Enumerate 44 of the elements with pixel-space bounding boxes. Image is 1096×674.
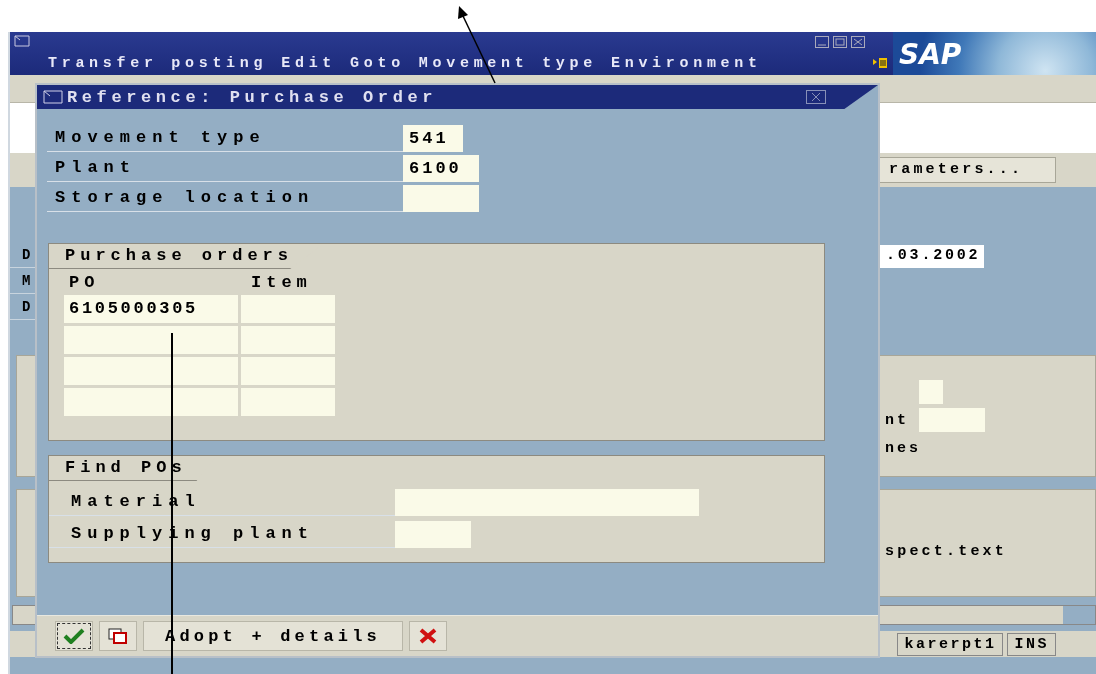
field-label: Plant	[47, 154, 403, 182]
menu-item[interactable]: Edit	[281, 55, 337, 72]
cancel-icon	[418, 627, 438, 645]
input-field[interactable]	[403, 184, 479, 212]
close-icon[interactable]	[851, 36, 865, 48]
checkmark-icon	[63, 628, 85, 644]
table-cell[interactable]	[64, 326, 238, 354]
client-field: karerpt1	[897, 632, 1004, 656]
table-cell[interactable]	[241, 357, 335, 385]
field-label: Movement type	[47, 124, 403, 152]
close-icon[interactable]	[806, 90, 826, 104]
cancel-button[interactable]	[409, 621, 447, 651]
confirm-button[interactable]	[55, 621, 93, 651]
table-cell[interactable]: 6105000305	[64, 295, 238, 323]
field-label: Storage location	[47, 184, 403, 212]
mode-field: INS	[1007, 632, 1056, 656]
field-label: nes	[885, 439, 919, 457]
system-menu-icon[interactable]	[43, 90, 63, 104]
minimize-icon[interactable]	[815, 36, 829, 48]
input-field[interactable]	[395, 488, 699, 516]
input-field[interactable]	[919, 380, 943, 404]
menu-item[interactable]: Environment	[611, 55, 762, 72]
field-label: nt	[885, 411, 910, 429]
sap-logo: SAP	[893, 32, 1096, 75]
table-cell[interactable]	[64, 388, 238, 416]
table-cell[interactable]	[241, 326, 335, 354]
input-field[interactable]	[919, 408, 985, 432]
copy-icon	[108, 628, 128, 644]
layout-menu-icon[interactable]	[873, 57, 887, 69]
input-field[interactable]: 6100	[403, 154, 479, 182]
copy-button[interactable]	[99, 621, 137, 651]
column-header: Item	[251, 273, 312, 292]
menu-item[interactable]: Transfer posting	[48, 55, 268, 72]
field-label: spect.text	[885, 543, 1007, 560]
maximize-icon[interactable]	[833, 36, 847, 48]
dialog-title: Reference: Purchase Order	[67, 87, 438, 107]
menu-item[interactable]: Goto	[350, 55, 405, 72]
table-cell[interactable]	[241, 295, 335, 323]
input-field[interactable]	[395, 520, 471, 548]
table-cell[interactable]	[241, 388, 335, 416]
input-field[interactable]: 541	[403, 124, 463, 152]
table-cell[interactable]	[64, 357, 238, 385]
system-menu-icon[interactable]	[14, 35, 30, 47]
column-header: PO	[69, 273, 101, 292]
